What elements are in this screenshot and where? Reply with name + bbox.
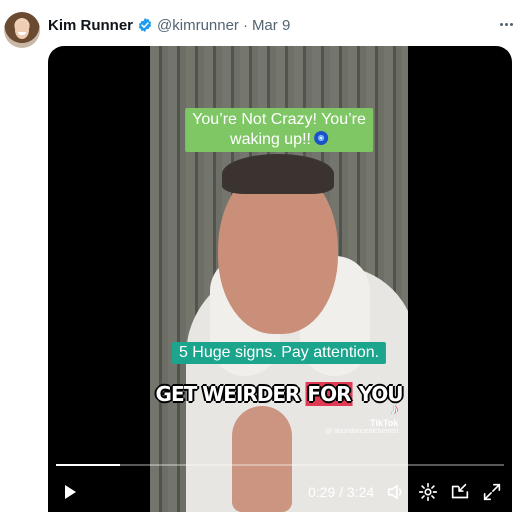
picture-in-picture-icon[interactable] (449, 481, 471, 503)
separator: · (242, 16, 248, 34)
duration: 3:24 (346, 484, 375, 500)
play-icon (65, 485, 76, 499)
display-name[interactable]: Kim Runner (48, 17, 133, 34)
tiktok-logo-icon: ♪ (390, 401, 399, 418)
tiktok-brand: TikTok (370, 418, 399, 428)
caption-middle: 5 Huge signs. Pay attention. (171, 342, 387, 364)
time-separator: / (335, 484, 347, 500)
caption-top-line1: You’re Not Crazy! You’re (192, 111, 366, 128)
volume-icon[interactable] (385, 481, 407, 503)
caption-big-prefix: GET WEIRDER (155, 382, 306, 406)
video-frame: You’re Not Crazy! You’re waking up!! 5 H… (150, 46, 408, 512)
caption-top-line2: waking up!! (230, 131, 311, 148)
progress-bar[interactable] (56, 464, 504, 466)
progress-fill (56, 464, 120, 466)
time-display: 0:29 / 3:24 (308, 484, 374, 500)
post-date[interactable]: Mar 9 (252, 17, 290, 34)
play-button[interactable] (54, 476, 86, 508)
post-header: Kim Runner @kimrunner · Mar 9 (48, 15, 290, 35)
video-controls: 0:29 / 3:24 (48, 476, 512, 512)
post-card[interactable]: Kim Runner @kimrunner · Mar 9 You’re Not… (0, 0, 528, 512)
tiktok-watermark: ♪ TikTok @ abundancealchemist (325, 401, 398, 435)
tiktok-username: @ abundancealchemist (325, 428, 399, 435)
settings-icon[interactable] (417, 481, 439, 503)
avatar-face (15, 21, 29, 39)
caption-top: You’re Not Crazy! You’re waking up!! (185, 108, 373, 152)
verified-badge-icon (138, 18, 152, 32)
current-time: 0:29 (308, 484, 336, 500)
avatar[interactable] (4, 12, 40, 48)
person-hair (222, 154, 334, 194)
video-player[interactable]: You’re Not Crazy! You’re waking up!! 5 H… (48, 46, 512, 512)
more-horizontal-icon[interactable] (496, 14, 516, 34)
fullscreen-icon[interactable] (481, 481, 503, 503)
handle[interactable]: @kimrunner (157, 17, 239, 34)
nazar-eye-icon (313, 131, 328, 145)
